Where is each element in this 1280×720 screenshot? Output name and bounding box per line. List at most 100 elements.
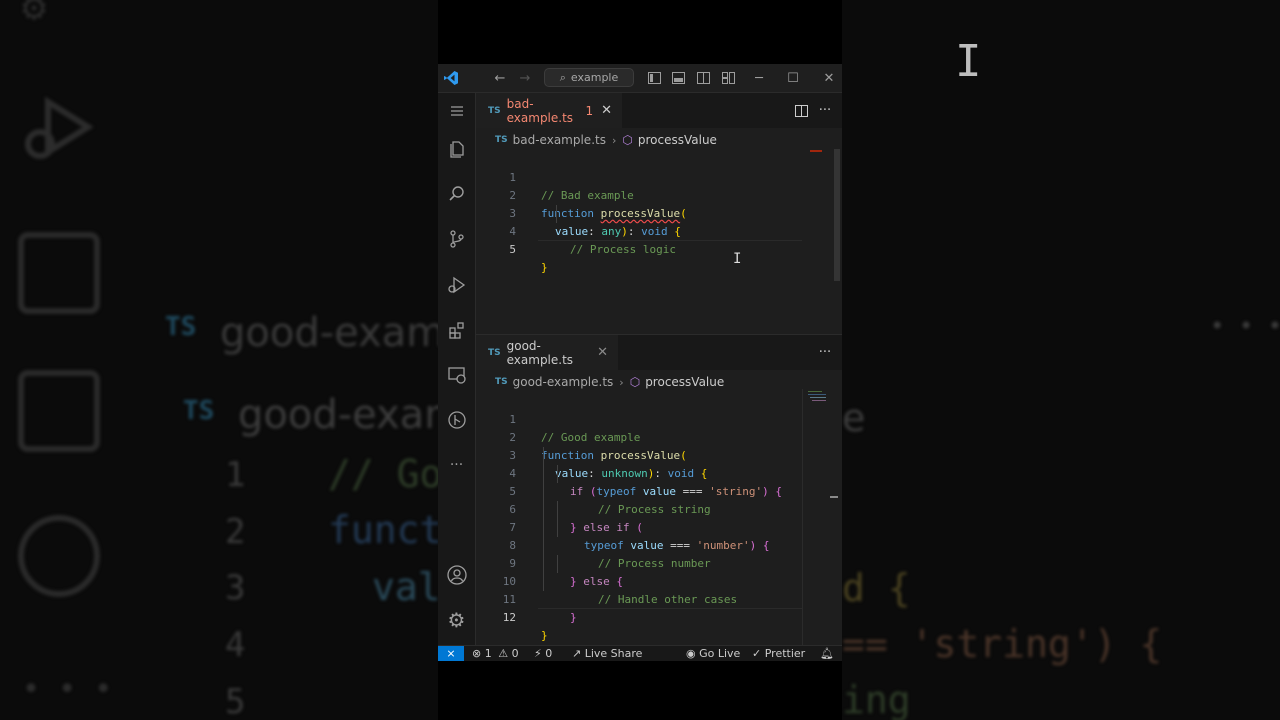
breadcrumb-file[interactable]: bad-example.ts bbox=[513, 133, 606, 147]
close-tab-icon[interactable]: ✕ bbox=[597, 345, 608, 360]
bg-comment: // Go bbox=[328, 452, 443, 496]
bg-run-debug-icon bbox=[18, 92, 94, 162]
bg-right-echo-4: ing bbox=[842, 678, 911, 720]
code-bottom[interactable]: 1 // Good example 2 function processValu… bbox=[476, 393, 842, 643]
more-actions-icon[interactable]: ··· bbox=[816, 335, 834, 370]
scroll-divider bbox=[802, 389, 803, 645]
code-token: unknown bbox=[601, 467, 648, 480]
live-share-button[interactable]: ↗ Live Share bbox=[572, 646, 642, 661]
close-tab-icon[interactable]: ✕ bbox=[601, 103, 612, 118]
indent-guide bbox=[557, 555, 558, 573]
more-actions-icon[interactable]: ··· bbox=[816, 93, 834, 128]
bg-line-5: 5 bbox=[225, 682, 246, 720]
tab-label: bad-example.ts bbox=[506, 96, 574, 125]
tab-bar-top: TS bad-example.ts 1 ✕ ··· bbox=[476, 93, 842, 128]
settings-gear-icon[interactable]: ⚙ bbox=[438, 603, 475, 637]
breadcrumb-symbol[interactable]: processValue bbox=[638, 133, 717, 147]
tab-bar-bottom: TS good-example.ts ✕ ··· bbox=[476, 335, 842, 370]
current-line-highlight bbox=[538, 608, 802, 609]
bg-value: val bbox=[372, 565, 441, 609]
forward-arrow-icon[interactable]: → bbox=[515, 64, 535, 92]
indent-guide bbox=[556, 205, 557, 223]
git-graph-icon[interactable] bbox=[438, 403, 475, 437]
code-line: 5 } bbox=[476, 223, 547, 274]
tab-good-example[interactable]: TS good-example.ts ✕ bbox=[476, 335, 618, 370]
ts-file-icon: TS bbox=[495, 377, 508, 387]
run-debug-icon[interactable] bbox=[438, 268, 475, 302]
breadcrumb-file[interactable]: good-example.ts bbox=[513, 375, 614, 389]
bg-ts-label-2: TS bbox=[183, 396, 215, 426]
search-label: example bbox=[570, 71, 619, 84]
code-token: void bbox=[641, 225, 668, 238]
code-token: // Handle other cases bbox=[598, 593, 738, 606]
explorer-icon[interactable] bbox=[438, 132, 475, 166]
indent-guide bbox=[557, 465, 558, 483]
back-arrow-icon[interactable]: ← bbox=[490, 64, 510, 92]
extensions-icon[interactable] bbox=[438, 313, 475, 347]
broadcast-icon: ⚡︎ bbox=[534, 647, 542, 660]
live-share-label: Live Share bbox=[584, 647, 643, 660]
title-bar: ← → ⌕ example ─ ☐ ✕ bbox=[438, 64, 842, 93]
code-token: value bbox=[630, 539, 664, 552]
status-bar: ⨯ ⊗ 1 ⚠ 0 ⚡︎ 0 ↗ Live Share ◉ Go Live ✓ … bbox=[438, 645, 842, 661]
split-editor-icon[interactable] bbox=[792, 93, 810, 128]
more-icon[interactable]: ··· bbox=[438, 448, 475, 482]
scrollbar-top[interactable] bbox=[834, 149, 840, 281]
notifications-bell-icon[interactable]: 🔔︎ bbox=[820, 646, 834, 661]
code-token: { bbox=[674, 225, 681, 238]
indent-guide bbox=[557, 501, 558, 537]
overview-ruler-marker bbox=[830, 496, 838, 498]
ports-status[interactable]: ⚡︎ 0 bbox=[534, 646, 552, 661]
breadcrumb-top: TS bad-example.ts › ⬡ processValue bbox=[476, 129, 842, 151]
tab-bad-example[interactable]: TS bad-example.ts 1 ✕ bbox=[476, 93, 622, 128]
code-token: void bbox=[667, 467, 695, 480]
source-control-icon[interactable] bbox=[438, 222, 475, 256]
toggle-primary-sidebar-icon[interactable] bbox=[644, 64, 664, 92]
vscode-logo-icon bbox=[440, 64, 462, 92]
command-center-search[interactable]: ⌕ example bbox=[544, 68, 634, 87]
remote-indicator-icon[interactable]: ⨯ bbox=[438, 646, 464, 661]
share-icon: ↗ bbox=[572, 647, 582, 660]
code-token: // Good example bbox=[541, 431, 641, 444]
error-count: 1 bbox=[484, 647, 492, 660]
code-token: processValue bbox=[600, 449, 681, 462]
text-cursor-icon: I bbox=[733, 251, 742, 267]
tab-problem-count: 1 bbox=[585, 103, 594, 118]
minimap-error-marker bbox=[810, 150, 822, 152]
method-symbol-icon: ⬡ bbox=[622, 133, 633, 147]
code-token: 'string' bbox=[709, 485, 763, 498]
close-window-icon[interactable]: ✕ bbox=[818, 64, 840, 92]
error-icon: ⊗ bbox=[472, 647, 482, 660]
bg-ts-label: TS bbox=[165, 312, 197, 342]
remote-explorer-icon[interactable] bbox=[438, 358, 475, 392]
vscode-window: ← → ⌕ example ─ ☐ ✕ ··· ⚙ TS bad-example… bbox=[438, 64, 842, 661]
line-number: 12 bbox=[502, 611, 516, 624]
customize-layout-icon[interactable] bbox=[718, 64, 738, 92]
accounts-icon[interactable] bbox=[438, 558, 475, 592]
toggle-secondary-sidebar-icon[interactable] bbox=[693, 64, 713, 92]
maximize-icon[interactable]: ☐ bbox=[782, 64, 804, 92]
code-token: // Process string bbox=[598, 503, 711, 516]
code-line: 5 // Process string bbox=[476, 465, 710, 516]
code-token: value bbox=[642, 485, 676, 498]
code-token: ( bbox=[680, 449, 687, 462]
search-sidebar-icon[interactable] bbox=[438, 177, 475, 211]
bg-line-4: 4 bbox=[225, 625, 246, 665]
tab-label: good-example.ts bbox=[506, 338, 574, 367]
minimize-icon[interactable]: ─ bbox=[748, 64, 770, 92]
code-top[interactable]: 1 // Bad example 2 function processValue… bbox=[476, 151, 842, 331]
prettier-button[interactable]: ✓ Prettier bbox=[752, 646, 805, 661]
ports-count: 0 bbox=[545, 647, 553, 660]
go-live-button[interactable]: ◉ Go Live bbox=[686, 646, 740, 661]
chevron-right-icon: › bbox=[619, 375, 624, 389]
code-token: // Bad example bbox=[541, 189, 634, 202]
code-token: ) bbox=[621, 225, 628, 238]
code-line: 12 } bbox=[476, 591, 548, 642]
problems-status[interactable]: ⊗ 1 ⚠ 0 bbox=[472, 646, 519, 661]
menu-icon[interactable] bbox=[438, 94, 475, 128]
breadcrumb-symbol[interactable]: processValue bbox=[645, 375, 724, 389]
editor-area: TS bad-example.ts 1 ✕ ··· TS bad-example… bbox=[476, 93, 842, 646]
warning-count: 0 bbox=[511, 647, 519, 660]
toggle-panel-icon[interactable] bbox=[668, 64, 688, 92]
code-token: function bbox=[541, 207, 594, 220]
